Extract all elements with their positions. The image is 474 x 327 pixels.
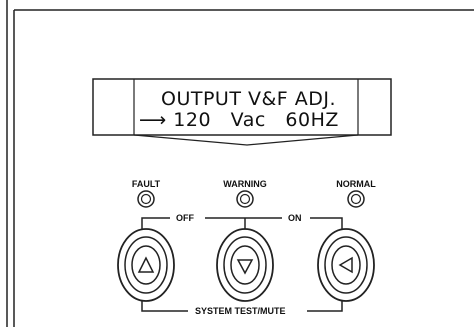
down-button[interactable] [216,228,274,302]
left-button[interactable] [317,228,375,302]
control-panel: OUTPUT V&F ADJ. ⟶ 120 Vac 60HZ FAULT WAR… [0,0,474,327]
button-layer [117,228,375,302]
up-button[interactable] [117,228,175,302]
